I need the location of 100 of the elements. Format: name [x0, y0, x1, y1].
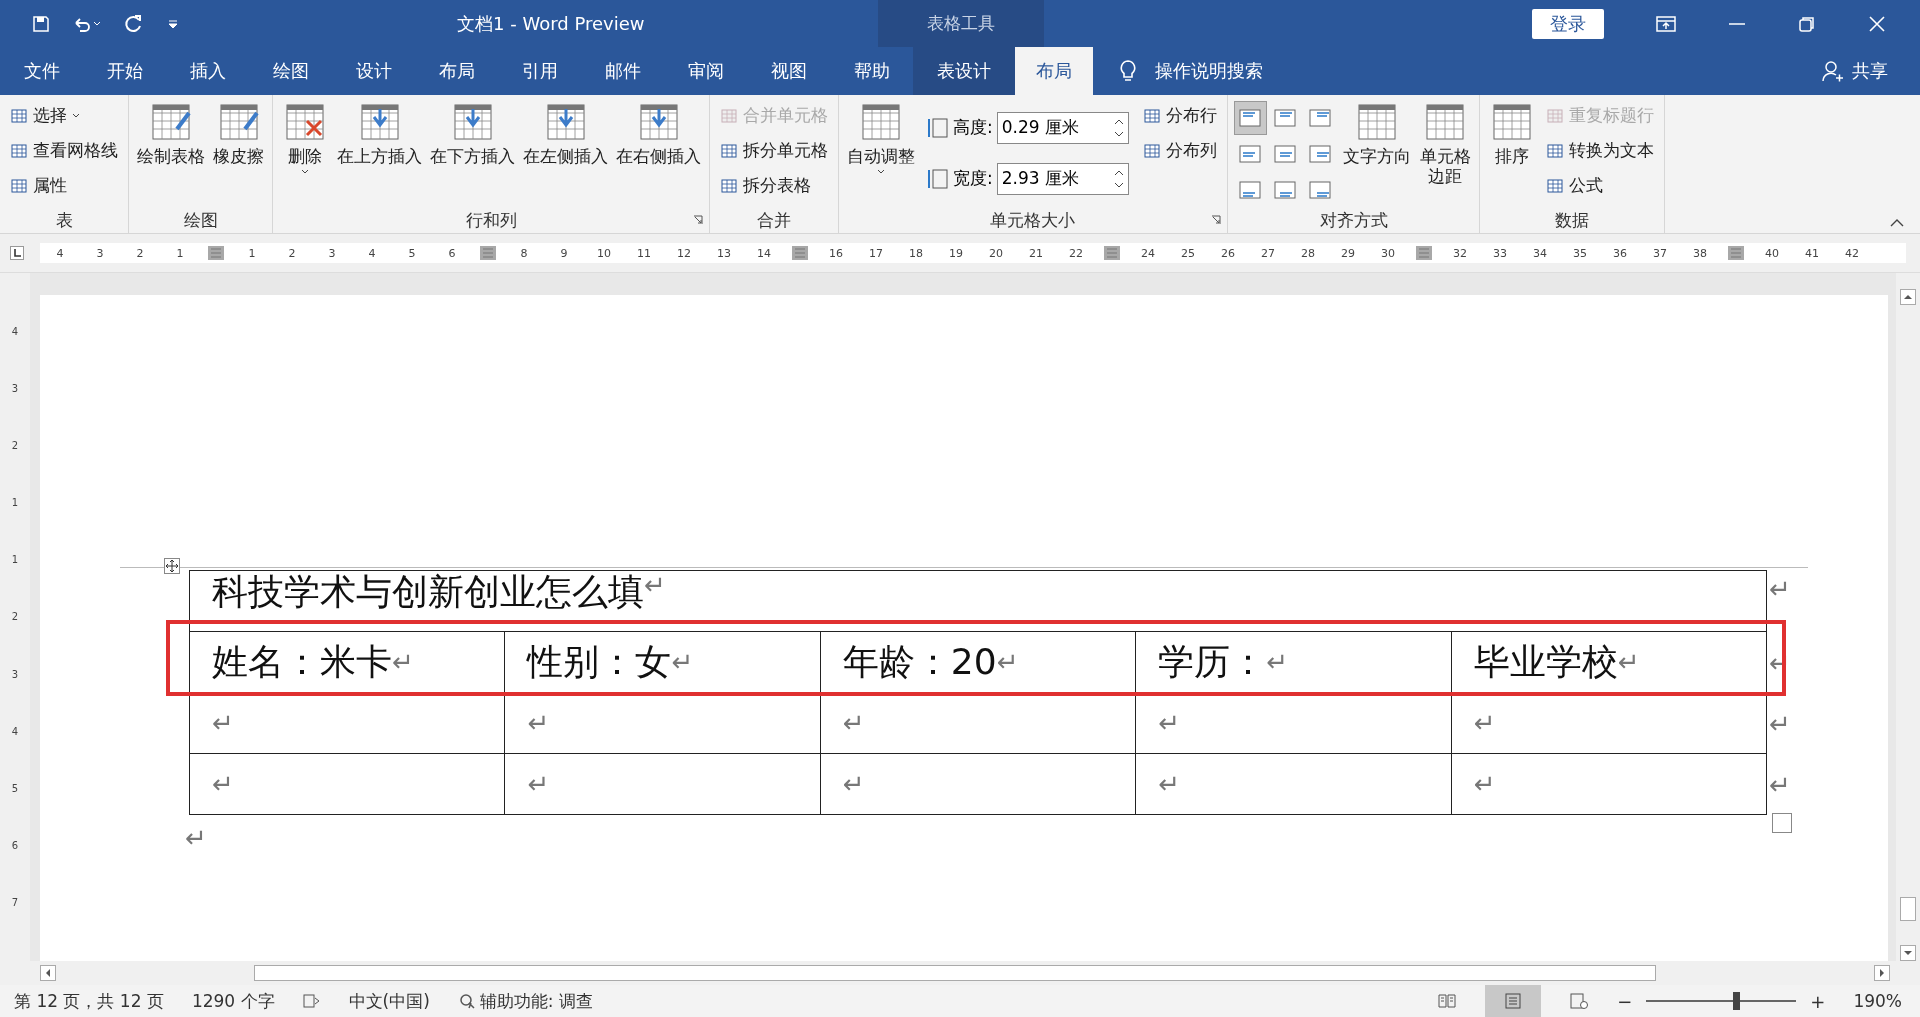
ruler-number: 33	[1492, 246, 1508, 260]
ribbon-tab[interactable]: 布局	[415, 47, 498, 95]
size-field[interactable]: 0.29 厘米	[996, 111, 1129, 144]
ruler-number: 38	[1692, 246, 1708, 260]
ribbon-button[interactable]: 文字方向	[1340, 99, 1413, 207]
ruler-number: 4	[11, 326, 19, 338]
ribbon-button[interactable]: 选择	[6, 99, 122, 132]
ribbon-tab[interactable]: 绘图	[249, 47, 332, 95]
ribbon-button[interactable]: 在下方插入	[428, 99, 517, 207]
ribbon-button[interactable]: 排序	[1486, 99, 1539, 207]
ribbon-tab[interactable]: 插入	[166, 47, 249, 95]
ruler-number: 17	[868, 246, 884, 260]
ribbon-tab[interactable]: 设计	[332, 47, 415, 95]
table-cell[interactable]: 姓名：米卡↵	[190, 632, 506, 692]
ribbon-button[interactable]: 绘制表格	[135, 99, 207, 207]
ruler-number: 13	[716, 246, 732, 260]
ruler-number: 20	[988, 246, 1004, 260]
ruler-number: 36	[1612, 246, 1628, 260]
ruler-number: 27	[1260, 246, 1276, 260]
zoom-out-button[interactable]: −	[1617, 990, 1633, 1012]
ribbon-button[interactable]: 自动调整	[845, 99, 917, 207]
share-button[interactable]: 共享	[1852, 59, 1888, 83]
ribbon-tab[interactable]: 布局	[1015, 47, 1093, 95]
group-label: 合并	[757, 208, 791, 232]
ruler-number: 12	[676, 246, 692, 260]
ruler-number: 4	[367, 246, 377, 260]
table-cell[interactable]: ↵	[190, 693, 506, 753]
ribbon-button[interactable]: 在上方插入	[335, 99, 424, 207]
ruler-number: 2	[11, 611, 19, 623]
table-cell[interactable]: 科技学术与创新创业怎么填↵	[190, 571, 1767, 631]
ribbon-button[interactable]: 公式	[1542, 169, 1659, 202]
ruler-number: 9	[559, 246, 569, 260]
table-cell[interactable]: ↵	[1451, 693, 1768, 753]
ribbon-button[interactable]: 拆分表格	[716, 169, 832, 202]
ribbon-tab[interactable]: 文件	[0, 47, 83, 95]
accessibility-status[interactable]: 辅助功能: 调查	[479, 989, 593, 1013]
table-cell[interactable]: ↵	[820, 693, 1137, 753]
ribbon-tab[interactable]: 帮助	[830, 47, 913, 95]
ribbon-button[interactable]: 橡皮擦	[211, 99, 266, 207]
window-title: 文档1 - Word Preview	[457, 11, 646, 36]
ruler[interactable]: 4 3 2 1 1 2 3 4 5 6 8 9 10 11 12 13 14 16 17 18 19 20 21 22 24 25 26 27 28 29 30 32 33 34 35 36 37 38 40 41 42	[40, 243, 1906, 263]
table-cell[interactable]: 年龄：20↵	[820, 632, 1137, 692]
ribbon-button[interactable]: 在左侧插入	[521, 99, 610, 207]
ribbon-tab[interactable]: 邮件	[581, 47, 664, 95]
group-label: 行和列	[465, 208, 517, 232]
ribbon-button[interactable]: 在右侧插入	[614, 99, 703, 207]
page-count[interactable]: 第 12 页，共 12 页	[14, 989, 164, 1013]
row-end-mark: ↵	[1769, 769, 1791, 800]
table-cell[interactable]: ↵	[820, 754, 1137, 814]
group-label: 数据	[1555, 208, 1590, 232]
ribbon-tab[interactable]: 视图	[747, 47, 830, 95]
signin-button[interactable]: 登录	[1532, 8, 1604, 39]
ribbon-button[interactable]: 查看网格线	[6, 134, 122, 167]
ribbon-tab[interactable]: 审阅	[664, 47, 747, 95]
ruler-number: 1	[11, 497, 19, 509]
language[interactable]: 中文(中国)	[348, 989, 430, 1013]
ribbon-button[interactable]: 分布行	[1138, 99, 1221, 132]
group-label: 绘图	[183, 208, 218, 232]
ribbon-button[interactable]: 分布列	[1138, 134, 1221, 167]
row-end-mark: ↵	[1769, 574, 1791, 604]
table-cell[interactable]: 性别：女↵	[505, 632, 821, 692]
table-cell[interactable]: ↵	[505, 754, 821, 814]
ribbon-button[interactable]: 转换为文本	[1542, 134, 1659, 167]
ribbon-button[interactable]: 删除	[279, 99, 331, 207]
ribbon-button[interactable]: 属性	[6, 169, 122, 202]
ruler-number: 2	[11, 440, 19, 452]
zoom-in-button[interactable]: +	[1810, 990, 1826, 1012]
ruler-number: 40	[1764, 246, 1780, 260]
table-cell[interactable]: 学历：↵	[1136, 632, 1452, 692]
ruler-number: 2	[135, 246, 145, 260]
size-field[interactable]: 2.93 厘米	[996, 162, 1129, 195]
table-cell[interactable]: ↵	[1451, 754, 1768, 814]
group-label: 对齐方式	[1319, 208, 1388, 232]
zoom-level[interactable]: 190%	[1853, 991, 1902, 1011]
table-cell[interactable]: ↵	[1136, 754, 1452, 814]
ribbon-button[interactable]: 单元格边距	[1416, 99, 1474, 207]
ruler-number: 8	[519, 246, 529, 260]
ruler-number: 34	[1532, 246, 1548, 260]
row-end-mark: ↵	[1769, 708, 1791, 739]
table-cell[interactable]: ↵	[505, 693, 821, 753]
ruler-number: 29	[1340, 246, 1356, 260]
ruler-number: 6	[447, 246, 457, 260]
table-cell[interactable]: ↵	[190, 754, 506, 814]
ruler-number: 3	[11, 383, 19, 395]
ruler-number: 32	[1452, 246, 1468, 260]
ruler-number: 30	[1380, 246, 1396, 260]
ribbon-tab[interactable]: 表设计	[913, 47, 1015, 95]
table-cell[interactable]: ↵	[1136, 693, 1452, 753]
table-cell[interactable]: 毕业学校↵	[1451, 632, 1768, 692]
ribbon-tab[interactable]: 引用	[498, 47, 581, 95]
ribbon-tab[interactable]: 开始	[83, 47, 166, 95]
group-label: 单元格大小	[990, 208, 1076, 232]
ruler-number: 35	[1572, 246, 1588, 260]
ruler-number: 3	[11, 668, 19, 680]
ruler-number: 3	[95, 246, 105, 260]
ribbon-button[interactable]: 拆分单元格	[716, 134, 832, 167]
ruler-number: 1	[247, 246, 257, 260]
tell-me-search[interactable]: 操作说明搜索	[1155, 59, 1263, 83]
word-count[interactable]: 1290 个字	[191, 989, 275, 1013]
ruler-number: 26	[1220, 246, 1236, 260]
